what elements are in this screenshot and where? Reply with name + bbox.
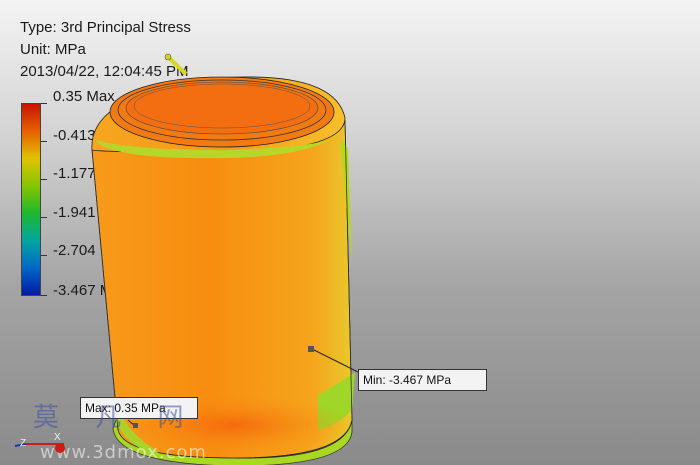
min-probe-marker <box>308 346 314 352</box>
triad-x-label: X <box>54 432 61 443</box>
top-probe-pin <box>166 55 188 76</box>
view-triad-icon[interactable]: Z X <box>12 420 72 460</box>
stress-result-model[interactable] <box>0 0 700 465</box>
model-inner-lip-2 <box>125 81 319 135</box>
triad-z-label: Z <box>20 438 26 449</box>
min-probe-label[interactable]: Min: -3.467 MPa <box>358 369 487 391</box>
